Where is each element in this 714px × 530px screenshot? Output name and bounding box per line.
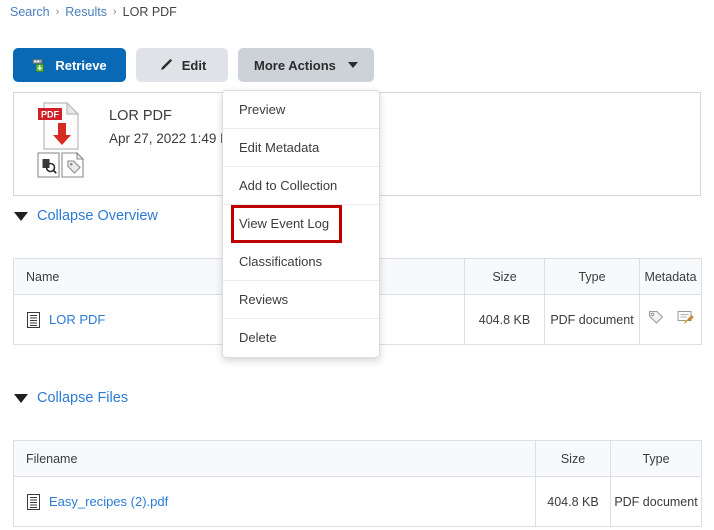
overview-row-name-link[interactable]: LOR PDF — [49, 312, 105, 327]
column-header-size[interactable]: Size — [464, 258, 545, 295]
collapse-files-label: Collapse Files — [37, 390, 129, 406]
document-icon — [27, 493, 40, 510]
edit-button-label: Edit — [181, 57, 207, 73]
column-header-type[interactable]: Type — [610, 440, 702, 477]
menu-item-reviews[interactable]: Reviews — [223, 281, 379, 319]
menu-item-view-event-log[interactable]: View Event Log — [231, 205, 342, 243]
column-header-metadata[interactable]: Metadata — [639, 258, 702, 295]
cell-filename: Easy_recipes (2).pdf — [13, 476, 536, 527]
collapse-files-toggle[interactable]: Collapse Files — [14, 390, 128, 406]
collapse-overview-toggle[interactable]: Collapse Overview — [14, 208, 158, 224]
cell-type: PDF document — [544, 294, 640, 345]
action-toolbar: Retrieve Edit More Actions — [13, 48, 374, 82]
column-header-filename[interactable]: Filename — [13, 440, 536, 477]
svg-text:PDF: PDF — [41, 110, 60, 120]
triangle-down-icon — [14, 211, 28, 221]
more-actions-button-label: More Actions — [254, 57, 336, 73]
retrieve-button[interactable]: Retrieve — [13, 48, 126, 82]
table-header-row: Filename Size Type — [13, 440, 702, 477]
triangle-down-icon — [14, 393, 28, 403]
breadcrumb-item-search[interactable]: Search — [10, 5, 50, 19]
annotation-icon[interactable] — [677, 310, 694, 329]
more-actions-dropdown-menu: Preview Edit Metadata Add to Collection … — [222, 90, 380, 358]
table-row: Easy_recipes (2).pdf 404.8 KB PDF docume… — [13, 476, 702, 527]
breadcrumb-item-current: LOR PDF — [122, 5, 177, 19]
menu-item-edit-metadata[interactable]: Edit Metadata — [223, 129, 379, 167]
cell-size: 404.8 KB — [464, 294, 545, 345]
tag-icon[interactable] — [648, 310, 664, 329]
menu-item-delete[interactable]: Delete — [223, 319, 379, 357]
files-table: Filename Size Type Easy_recipes (2).pdf … — [13, 440, 702, 527]
menu-item-classifications[interactable]: Classifications — [223, 243, 379, 281]
breadcrumb-separator: › — [112, 6, 117, 18]
menu-item-add-to-collection[interactable]: Add to Collection — [223, 167, 379, 205]
collapse-overview-label: Collapse Overview — [37, 208, 158, 224]
files-row-filename-link[interactable]: Easy_recipes (2).pdf — [49, 494, 168, 509]
column-header-type[interactable]: Type — [544, 258, 640, 295]
column-header-size[interactable]: Size — [535, 440, 611, 477]
breadcrumb: Search › Results › LOR PDF — [10, 3, 177, 21]
edit-button[interactable]: Edit — [136, 48, 228, 82]
more-actions-button[interactable]: More Actions — [238, 48, 374, 82]
document-title: LOR PDF — [109, 108, 172, 124]
pencil-icon — [158, 57, 174, 73]
document-icon — [27, 311, 40, 328]
cell-size: 404.8 KB — [535, 476, 611, 527]
breadcrumb-item-results[interactable]: Results — [65, 5, 107, 19]
menu-item-preview[interactable]: Preview — [223, 91, 379, 129]
breadcrumb-separator: › — [55, 6, 60, 18]
pdf-download-icon: PDF — [32, 101, 92, 181]
cell-type: PDF document — [610, 476, 702, 527]
cell-metadata — [639, 294, 702, 345]
retrieve-button-label: Retrieve — [55, 57, 107, 73]
retrieve-icon — [32, 58, 47, 73]
chevron-down-icon — [347, 62, 358, 68]
